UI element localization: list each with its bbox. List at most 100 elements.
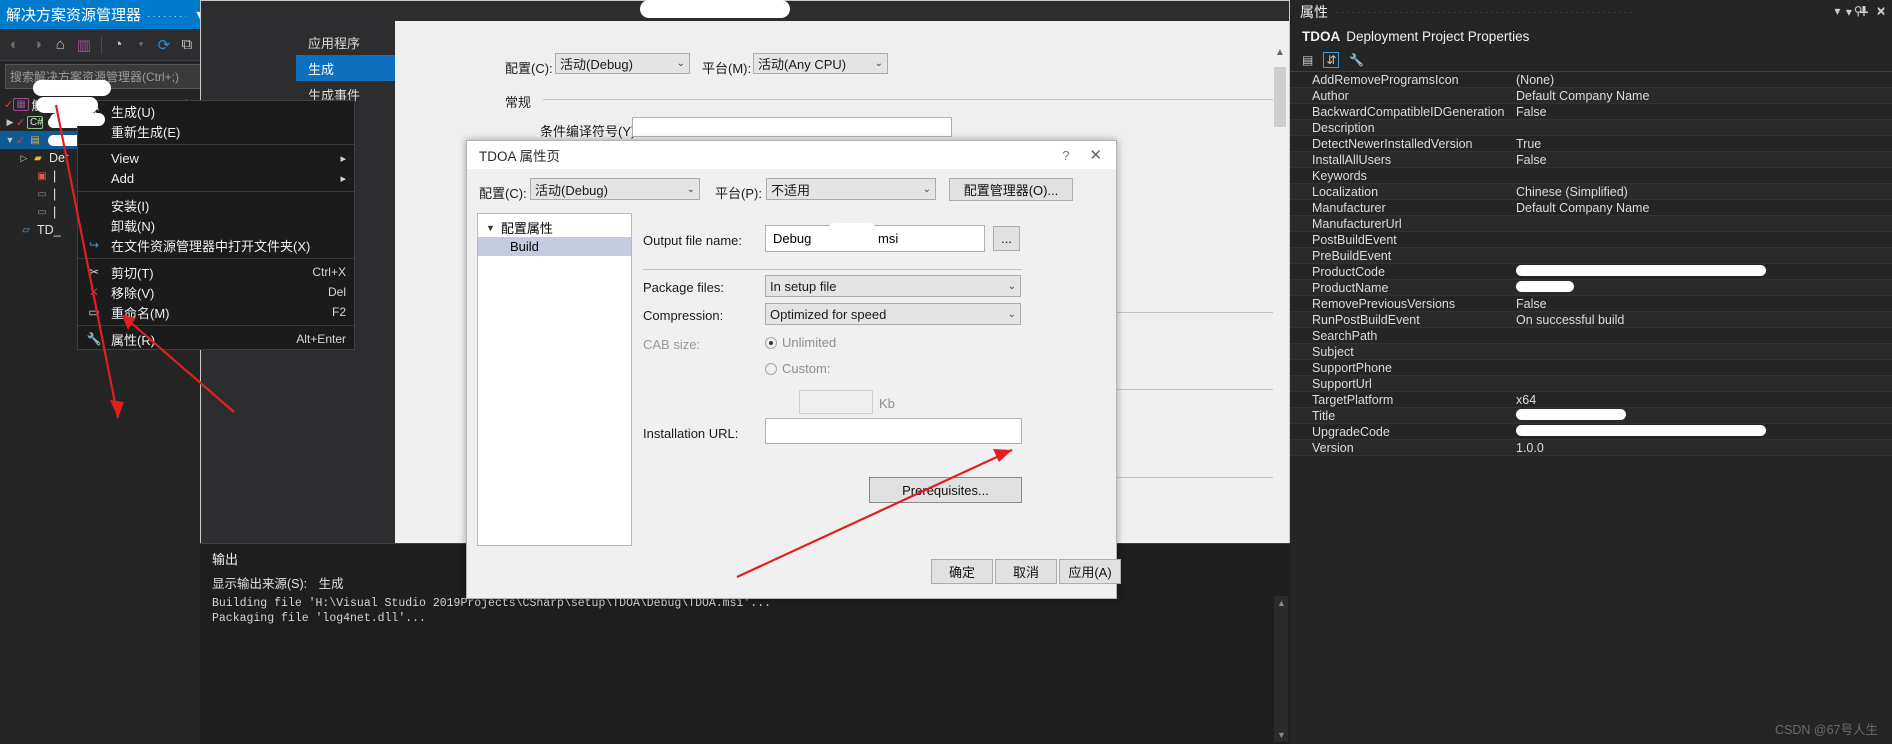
pin-icon[interactable]: ⚲ bbox=[1854, 4, 1863, 18]
prerequisites-button[interactable]: Prerequisites... bbox=[869, 477, 1022, 503]
property-row[interactable]: Localization Chinese (Simplified) bbox=[1290, 184, 1892, 200]
cab-size-custom-radio[interactable]: Custom: bbox=[765, 361, 830, 376]
menu-item-remove[interactable]: ✕ 移除(V) Del bbox=[78, 282, 354, 302]
property-row[interactable]: Version 1.0.0 bbox=[1290, 440, 1892, 456]
property-value[interactable]: Chinese (Simplified) bbox=[1508, 185, 1892, 199]
scrollbar-thumb[interactable] bbox=[1274, 67, 1286, 127]
property-row[interactable]: SupportUrl bbox=[1290, 376, 1892, 392]
menu-item-install[interactable]: 安装(I) bbox=[78, 195, 354, 215]
property-row[interactable]: AddRemoveProgramsIcon (None) bbox=[1290, 72, 1892, 88]
property-row[interactable]: Description bbox=[1290, 120, 1892, 136]
menu-item-cut[interactable]: ✂ 剪切(T) Ctrl+X bbox=[78, 262, 354, 282]
chevron-right-icon[interactable]: ▶ bbox=[4, 117, 16, 128]
output-file-name-input[interactable]: Debug msi bbox=[765, 223, 985, 252]
cancel-button[interactable]: 取消 bbox=[995, 559, 1057, 584]
output-scrollbar[interactable]: ▲ ▼ bbox=[1274, 596, 1288, 742]
property-row[interactable]: ManufacturerUrl bbox=[1290, 216, 1892, 232]
scroll-up-arrow-icon[interactable]: ▲ bbox=[1277, 598, 1286, 608]
property-row[interactable]: BackwardCompatibleIDGeneration False bbox=[1290, 104, 1892, 120]
cab-size-unlimited-radio[interactable]: Unlimited bbox=[765, 335, 836, 350]
property-row[interactable]: DetectNewerInstalledVersion True bbox=[1290, 136, 1892, 152]
property-row[interactable]: Keywords bbox=[1290, 168, 1892, 184]
compression-label: Compression: bbox=[643, 308, 724, 323]
property-row[interactable]: Title bbox=[1290, 408, 1892, 424]
chevron-down-icon[interactable]: ▼ bbox=[4, 135, 16, 145]
property-row[interactable]: Author Default Company Name bbox=[1290, 88, 1892, 104]
property-row[interactable]: TargetPlatform x64 bbox=[1290, 392, 1892, 408]
tab-build[interactable]: 生成 bbox=[296, 55, 395, 81]
menu-item-open-folder-in-explorer[interactable]: ↪ 在文件资源管理器中打开文件夹(X) bbox=[78, 235, 354, 255]
property-value[interactable] bbox=[1508, 264, 1892, 279]
forward-arrow-icon[interactable]: ◑ bbox=[31, 36, 44, 53]
property-row[interactable]: InstallAllUsers False bbox=[1290, 152, 1892, 168]
menu-item-rename[interactable]: ▭ 重命名(M) F2 bbox=[78, 302, 354, 322]
compression-combo[interactable]: Optimized for speed ⌄ bbox=[765, 303, 1021, 325]
property-row[interactable]: ProductName bbox=[1290, 280, 1892, 296]
chevron-down-icon[interactable]: ▾ bbox=[1834, 4, 1840, 18]
property-row[interactable]: ProductCode bbox=[1290, 264, 1892, 280]
chevron-down-icon[interactable]: ▾ bbox=[135, 39, 148, 50]
property-value[interactable] bbox=[1508, 424, 1892, 439]
output-file-browse-button[interactable]: ... bbox=[993, 226, 1020, 251]
property-row[interactable]: RunPostBuildEvent On successful build bbox=[1290, 312, 1892, 328]
menu-item-rebuild[interactable]: 重新生成(E) bbox=[78, 121, 354, 141]
tree-node-configuration-properties[interactable]: ▼ 配置属性 bbox=[478, 218, 631, 237]
dialog-config-combo[interactable]: 活动(Debug) ⌄ bbox=[530, 178, 700, 200]
property-value[interactable] bbox=[1508, 408, 1892, 423]
vs-file-icon[interactable]: ▥ bbox=[77, 36, 91, 54]
close-icon[interactable]: ✕ bbox=[1081, 146, 1110, 164]
property-row[interactable]: RemovePreviousVersions False bbox=[1290, 296, 1892, 312]
tree-node-build-selected[interactable]: Build bbox=[478, 237, 631, 256]
property-pages-icon[interactable]: 🔧 bbox=[1349, 53, 1364, 67]
menu-item-build[interactable]: ⚒ 生成(U) bbox=[78, 101, 354, 121]
installation-url-input[interactable] bbox=[765, 418, 1022, 444]
platform-combo[interactable]: 活动(Any CPU) ⌄ bbox=[753, 53, 888, 74]
property-value[interactable]: 1.0.0 bbox=[1508, 441, 1892, 455]
property-value[interactable]: False bbox=[1508, 105, 1892, 119]
property-row[interactable]: Manufacturer Default Company Name bbox=[1290, 200, 1892, 216]
back-arrow-icon[interactable]: ◐ bbox=[8, 36, 21, 53]
property-value[interactable] bbox=[1508, 280, 1892, 295]
close-icon[interactable]: ✕ bbox=[1876, 4, 1886, 18]
property-value[interactable]: False bbox=[1508, 297, 1892, 311]
property-row[interactable]: PreBuildEvent bbox=[1290, 248, 1892, 264]
ok-button[interactable]: 确定 bbox=[931, 559, 993, 584]
property-row[interactable]: Subject bbox=[1290, 344, 1892, 360]
property-row[interactable]: PostBuildEvent bbox=[1290, 232, 1892, 248]
apply-button[interactable]: 应用(A) bbox=[1059, 559, 1121, 584]
property-row[interactable]: SearchPath bbox=[1290, 328, 1892, 344]
scroll-down-arrow-icon[interactable]: ▼ bbox=[1277, 730, 1286, 740]
collapse-all-icon[interactable]: ⧉ bbox=[180, 36, 193, 53]
categorized-icon[interactable]: ▤ bbox=[1302, 53, 1313, 67]
alphabetical-icon[interactable]: ⇵ bbox=[1323, 51, 1340, 68]
property-value[interactable]: Default Company Name bbox=[1508, 89, 1892, 103]
conditional-symbols-input[interactable] bbox=[632, 117, 952, 137]
property-row[interactable]: UpgradeCode bbox=[1290, 424, 1892, 440]
config-combo[interactable]: 活动(Debug) ⌄ bbox=[555, 53, 690, 74]
config-manager-button[interactable]: 配置管理器(O)... bbox=[949, 178, 1073, 201]
help-icon[interactable]: ? bbox=[1050, 148, 1081, 163]
pending-changes-icon[interactable]: ◔ bbox=[112, 36, 125, 53]
chevron-right-icon[interactable]: ▷ bbox=[18, 153, 30, 164]
tab-application[interactable]: 应用程序 bbox=[296, 29, 395, 55]
package-files-combo[interactable]: In setup file ⌄ bbox=[765, 275, 1021, 297]
cab-size-input[interactable] bbox=[799, 390, 873, 414]
property-value[interactable]: On successful build bbox=[1508, 313, 1892, 327]
output-source-value[interactable]: 生成 bbox=[319, 577, 344, 591]
scroll-up-arrow-icon[interactable]: ▲ bbox=[1275, 47, 1285, 58]
refresh-icon[interactable]: ⟳ bbox=[157, 36, 171, 54]
property-value[interactable]: (None) bbox=[1508, 73, 1892, 87]
menu-item-view[interactable]: View ▸ bbox=[78, 148, 354, 168]
menu-item-properties[interactable]: 🔧 属性(R) Alt+Enter bbox=[78, 329, 354, 349]
property-value[interactable]: x64 bbox=[1508, 393, 1892, 407]
build-page-scrollbar[interactable]: ▲ bbox=[1273, 45, 1287, 519]
property-value[interactable]: Default Company Name bbox=[1508, 201, 1892, 215]
property-value[interactable]: False bbox=[1508, 153, 1892, 167]
home-icon[interactable]: ⌂ bbox=[54, 36, 67, 53]
menu-item-add[interactable]: Add ▸ bbox=[78, 168, 354, 188]
chevron-down-icon[interactable]: ▼ bbox=[486, 223, 495, 233]
property-row[interactable]: SupportPhone bbox=[1290, 360, 1892, 376]
menu-item-uninstall[interactable]: 卸载(N) bbox=[78, 215, 354, 235]
property-value[interactable]: True bbox=[1508, 137, 1892, 151]
dialog-platform-combo[interactable]: 不适用 ⌄ bbox=[766, 178, 936, 200]
